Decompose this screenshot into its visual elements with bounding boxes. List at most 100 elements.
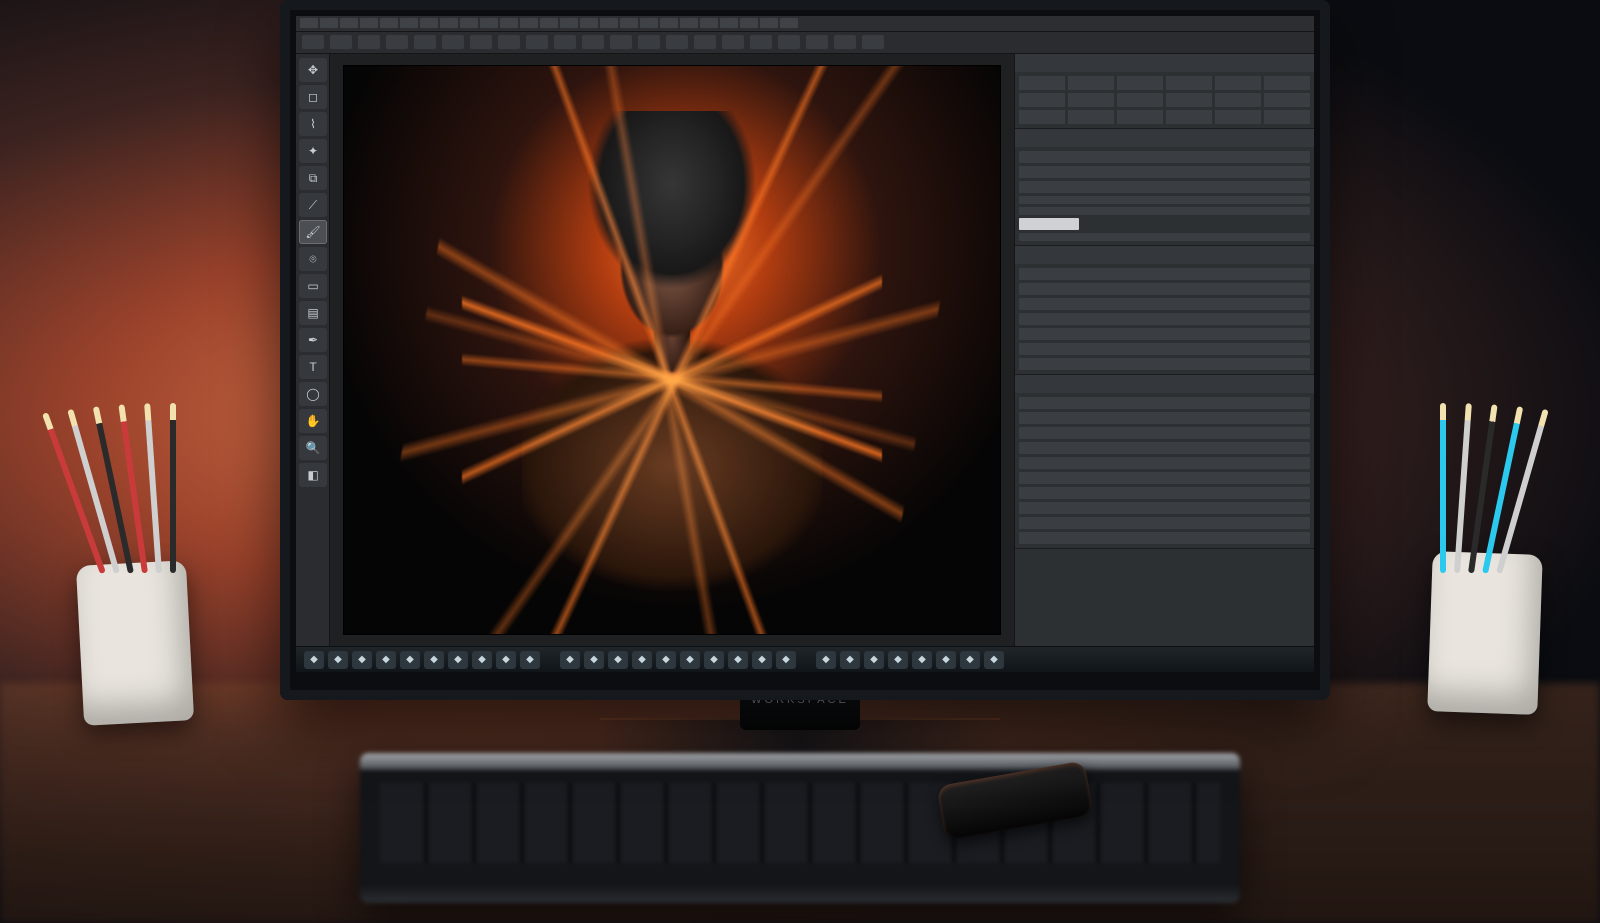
gradient-tool[interactable]: ▤ bbox=[299, 301, 327, 325]
taskbar-app-icon[interactable]: ◆ bbox=[400, 651, 420, 669]
swatch[interactable] bbox=[1117, 110, 1163, 124]
swatch[interactable] bbox=[1264, 76, 1310, 90]
panel-row[interactable] bbox=[1019, 233, 1310, 241]
taskbar-app-icon[interactable]: ◆ bbox=[304, 651, 324, 669]
panel-header[interactable] bbox=[1015, 129, 1314, 147]
panel-input[interactable] bbox=[1019, 218, 1079, 230]
taskbar-app-icon[interactable]: ◆ bbox=[376, 651, 396, 669]
pen-tool[interactable]: ✒ bbox=[299, 328, 327, 352]
taskbar-app-icon[interactable]: ◆ bbox=[816, 651, 836, 669]
taskbar-app-icon[interactable]: ◆ bbox=[936, 651, 956, 669]
taskbar-app-icon[interactable]: ◆ bbox=[352, 651, 372, 669]
panel-row[interactable] bbox=[1019, 442, 1310, 454]
marquee-tool[interactable]: ◻ bbox=[299, 85, 327, 109]
panel-header[interactable] bbox=[1015, 375, 1314, 393]
menubar-item[interactable] bbox=[620, 18, 638, 28]
taskbar-app-icon[interactable]: ◆ bbox=[776, 651, 796, 669]
panel-row[interactable] bbox=[1019, 283, 1310, 295]
optionsbar-item[interactable] bbox=[330, 35, 352, 49]
optionsbar-item[interactable] bbox=[526, 35, 548, 49]
swatch[interactable] bbox=[1019, 93, 1065, 107]
swatch[interactable] bbox=[1215, 76, 1261, 90]
panel-row[interactable] bbox=[1019, 196, 1310, 204]
menubar-item[interactable] bbox=[760, 18, 778, 28]
menubar-item[interactable] bbox=[300, 18, 318, 28]
taskbar-app-icon[interactable]: ◆ bbox=[520, 651, 540, 669]
optionsbar-item[interactable] bbox=[302, 35, 324, 49]
taskbar-app-icon[interactable]: ◆ bbox=[864, 651, 884, 669]
panel-row[interactable] bbox=[1019, 181, 1310, 193]
menubar-item[interactable] bbox=[740, 18, 758, 28]
taskbar[interactable]: ◆◆◆◆◆◆◆◆◆◆◆◆◆◆◆◆◆◆◆◆◆◆◆◆◆◆◆◆ bbox=[296, 646, 1314, 672]
options-bar[interactable] bbox=[296, 32, 1314, 54]
text-tool[interactable]: T bbox=[299, 355, 327, 379]
optionsbar-item[interactable] bbox=[722, 35, 744, 49]
optionsbar-item[interactable] bbox=[778, 35, 800, 49]
optionsbar-item[interactable] bbox=[694, 35, 716, 49]
panel-row[interactable] bbox=[1019, 268, 1310, 280]
panel-row[interactable] bbox=[1019, 207, 1310, 215]
panel-row[interactable] bbox=[1019, 328, 1310, 340]
panel-row[interactable] bbox=[1019, 298, 1310, 310]
menubar-item[interactable] bbox=[400, 18, 418, 28]
swatch[interactable] bbox=[1264, 93, 1310, 107]
stamp-tool[interactable]: ⌾ bbox=[299, 247, 327, 271]
swatch[interactable] bbox=[1215, 93, 1261, 107]
menubar-item[interactable] bbox=[540, 18, 558, 28]
taskbar-app-icon[interactable]: ◆ bbox=[632, 651, 652, 669]
panel-row[interactable] bbox=[1019, 502, 1310, 514]
menubar-item[interactable] bbox=[500, 18, 518, 28]
menubar-item[interactable] bbox=[440, 18, 458, 28]
taskbar-app-icon[interactable]: ◆ bbox=[448, 651, 468, 669]
panel-row[interactable] bbox=[1019, 517, 1310, 529]
shape-tool[interactable]: ◯ bbox=[299, 382, 327, 406]
taskbar-app-icon[interactable]: ◆ bbox=[496, 651, 516, 669]
optionsbar-item[interactable] bbox=[414, 35, 436, 49]
panel-row[interactable] bbox=[1019, 397, 1310, 409]
panel-row[interactable] bbox=[1019, 457, 1310, 469]
swatch[interactable] bbox=[1068, 93, 1114, 107]
swatch[interactable] bbox=[1166, 110, 1212, 124]
crop-tool[interactable]: ⧉ bbox=[299, 166, 327, 190]
menubar-item[interactable] bbox=[660, 18, 678, 28]
panel-row[interactable] bbox=[1019, 358, 1310, 370]
swatch[interactable] bbox=[1068, 76, 1114, 90]
optionsbar-item[interactable] bbox=[386, 35, 408, 49]
menubar-item[interactable] bbox=[680, 18, 698, 28]
optionsbar-item[interactable] bbox=[582, 35, 604, 49]
taskbar-app-icon[interactable]: ◆ bbox=[752, 651, 772, 669]
taskbar-app-icon[interactable]: ◆ bbox=[584, 651, 604, 669]
swatch[interactable] bbox=[1117, 76, 1163, 90]
panel-row[interactable] bbox=[1019, 412, 1310, 424]
move-tool[interactable]: ✥ bbox=[299, 58, 327, 82]
optionsbar-item[interactable] bbox=[666, 35, 688, 49]
zoom-tool[interactable]: 🔍 bbox=[299, 436, 327, 460]
wand-tool[interactable]: ✦ bbox=[299, 139, 327, 163]
optionsbar-item[interactable] bbox=[750, 35, 772, 49]
menubar-item[interactable] bbox=[700, 18, 718, 28]
taskbar-app-icon[interactable]: ◆ bbox=[984, 651, 1004, 669]
optionsbar-item[interactable] bbox=[470, 35, 492, 49]
taskbar-app-icon[interactable]: ◆ bbox=[424, 651, 444, 669]
menubar-item[interactable] bbox=[320, 18, 338, 28]
panel-row[interactable] bbox=[1019, 343, 1310, 355]
menubar-item[interactable] bbox=[780, 18, 798, 28]
taskbar-app-icon[interactable]: ◆ bbox=[912, 651, 932, 669]
taskbar-app-icon[interactable]: ◆ bbox=[888, 651, 908, 669]
eraser-tool[interactable]: ▭ bbox=[299, 274, 327, 298]
panel-row[interactable] bbox=[1019, 532, 1310, 544]
optionsbar-item[interactable] bbox=[442, 35, 464, 49]
optionsbar-item[interactable] bbox=[358, 35, 380, 49]
panel-row[interactable] bbox=[1019, 427, 1310, 439]
panel-header[interactable] bbox=[1015, 246, 1314, 264]
menubar-item[interactable] bbox=[460, 18, 478, 28]
menubar-item[interactable] bbox=[360, 18, 378, 28]
optionsbar-item[interactable] bbox=[554, 35, 576, 49]
swatch[interactable] bbox=[1019, 110, 1065, 124]
panel-row[interactable] bbox=[1019, 313, 1310, 325]
fg-bg-swatch[interactable]: ◧ bbox=[299, 463, 327, 487]
optionsbar-item[interactable] bbox=[610, 35, 632, 49]
menubar-item[interactable] bbox=[720, 18, 738, 28]
taskbar-app-icon[interactable]: ◆ bbox=[960, 651, 980, 669]
swatch-grid[interactable] bbox=[1019, 76, 1310, 124]
